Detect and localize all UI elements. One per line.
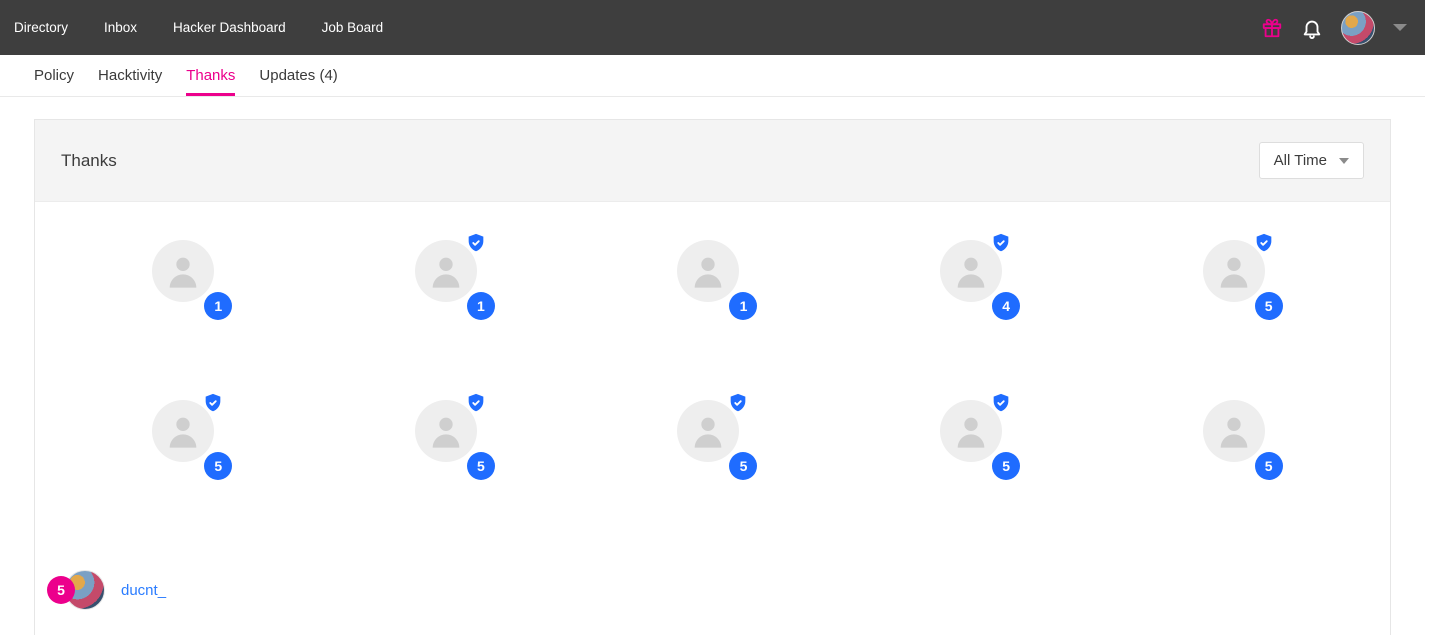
hacker-item[interactable]: 5 xyxy=(415,400,485,470)
count-badge: 1 xyxy=(467,292,495,320)
topbar: DirectoryInboxHacker DashboardJob Board xyxy=(0,0,1425,55)
hacker-item[interactable]: 5 xyxy=(1203,400,1273,470)
time-filter-label: All Time xyxy=(1274,152,1327,169)
hacker-item[interactable]: 1 xyxy=(415,240,485,310)
page: Thanks All Time 1114555555 5 ducnt_ xyxy=(0,97,1425,635)
tab-policy[interactable]: Policy xyxy=(34,55,74,96)
hacker-item[interactable]: 5 xyxy=(677,400,747,470)
user-avatar[interactable] xyxy=(1341,11,1375,45)
tab-updates-4[interactable]: Updates (4) xyxy=(259,55,337,96)
nav-link-directory[interactable]: Directory xyxy=(14,2,86,53)
verified-badge-icon xyxy=(990,392,1012,417)
tab-thanks[interactable]: Thanks xyxy=(186,55,235,96)
footer-user-avatar-wrap: 5 xyxy=(65,570,105,610)
verified-badge-icon xyxy=(1253,232,1275,257)
count-badge: 5 xyxy=(1255,452,1283,480)
tab-hacktivity[interactable]: Hacktivity xyxy=(98,55,162,96)
hacker-item[interactable]: 1 xyxy=(152,240,222,310)
card-body: 1114555555 5 ducnt_ xyxy=(35,202,1390,635)
count-badge: 1 xyxy=(729,292,757,320)
nav-link-hacker-dashboard[interactable]: Hacker Dashboard xyxy=(155,2,304,53)
count-badge: 5 xyxy=(1255,292,1283,320)
count-badge: 4 xyxy=(992,292,1020,320)
count-badge: 5 xyxy=(729,452,757,480)
card-header: Thanks All Time xyxy=(35,120,1390,202)
user-menu-caret-icon[interactable] xyxy=(1393,24,1407,31)
time-filter-select[interactable]: All Time xyxy=(1259,142,1364,179)
verified-badge-icon xyxy=(727,392,749,417)
subnav: Policy Hacktivity Thanks Updates (4) xyxy=(0,55,1425,97)
topbar-right xyxy=(1261,0,1407,55)
nav-link-job-board[interactable]: Job Board xyxy=(304,2,402,53)
footer-user-rank-badge: 5 xyxy=(47,576,75,604)
footer-user-link[interactable]: ducnt_ xyxy=(121,582,166,599)
hacker-avatar xyxy=(1203,400,1265,462)
hacker-item[interactable]: 1 xyxy=(677,240,747,310)
verified-badge-icon xyxy=(465,232,487,257)
nav-link-inbox[interactable]: Inbox xyxy=(86,2,155,53)
verified-badge-icon xyxy=(990,232,1012,257)
verified-badge-icon xyxy=(202,392,224,417)
verified-badge-icon xyxy=(465,392,487,417)
hacker-avatar xyxy=(152,240,214,302)
gift-icon[interactable] xyxy=(1261,17,1283,39)
card-title: Thanks xyxy=(61,151,117,171)
hacker-item[interactable]: 5 xyxy=(1203,240,1273,310)
hacker-item[interactable]: 5 xyxy=(940,400,1010,470)
count-badge: 1 xyxy=(204,292,232,320)
footer-user-row: 5 ducnt_ xyxy=(61,570,1364,610)
hacker-item[interactable]: 5 xyxy=(152,400,222,470)
thanks-card: Thanks All Time 1114555555 5 ducnt_ xyxy=(34,119,1391,635)
bell-icon[interactable] xyxy=(1301,17,1323,39)
chevron-down-icon xyxy=(1339,158,1349,164)
hacker-avatar xyxy=(677,240,739,302)
count-badge: 5 xyxy=(992,452,1020,480)
hacker-item[interactable]: 4 xyxy=(940,240,1010,310)
count-badge: 5 xyxy=(467,452,495,480)
count-badge: 5 xyxy=(204,452,232,480)
